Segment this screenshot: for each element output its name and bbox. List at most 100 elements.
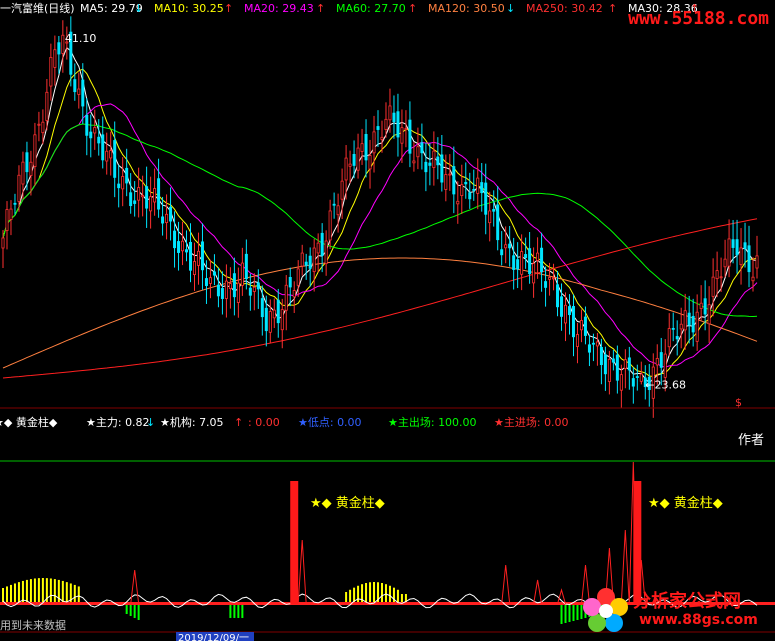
candle[interactable] (252, 273, 256, 311)
golden-bar-1[interactable] (290, 481, 299, 604)
candle[interactable] (69, 16, 73, 87)
candle[interactable] (571, 294, 575, 357)
candle[interactable] (540, 232, 544, 292)
candle[interactable] (93, 109, 97, 150)
candle[interactable] (707, 286, 711, 343)
candle[interactable] (488, 191, 492, 242)
candle[interactable] (300, 244, 304, 276)
candle[interactable] (288, 267, 292, 307)
candle[interactable] (356, 133, 360, 179)
candle[interactable] (448, 154, 452, 191)
stock-chart-canvas[interactable]: 一汽富维(日线) MA5: 29.79↓ MA10: 30.25 ↑ MA20: 29.… (0, 0, 775, 641)
candle[interactable] (460, 164, 464, 215)
candlesticks[interactable] (1, 16, 759, 418)
candle[interactable] (196, 232, 200, 285)
candle[interactable] (611, 349, 615, 371)
candle[interactable] (324, 230, 328, 276)
candle[interactable] (400, 109, 404, 163)
candle[interactable] (747, 225, 751, 288)
candle[interactable] (304, 253, 308, 280)
candle[interactable] (5, 201, 9, 250)
candle[interactable] (29, 150, 33, 196)
candle[interactable] (464, 162, 468, 199)
candle[interactable] (53, 35, 57, 86)
candle[interactable] (212, 254, 216, 286)
candle[interactable] (743, 222, 747, 268)
candle[interactable] (308, 247, 312, 287)
candle[interactable] (739, 228, 743, 285)
candle[interactable] (181, 221, 185, 266)
candle[interactable] (360, 128, 364, 165)
candle[interactable] (456, 181, 460, 224)
candle[interactable] (109, 131, 113, 176)
candle[interactable] (364, 119, 368, 178)
candle[interactable] (428, 143, 432, 186)
candle[interactable] (73, 63, 77, 101)
candle[interactable] (312, 238, 316, 292)
candle[interactable] (587, 334, 591, 367)
candle[interactable] (101, 116, 105, 169)
candle[interactable] (272, 298, 276, 329)
candle[interactable] (133, 181, 137, 217)
candle[interactable] (21, 151, 25, 200)
candle[interactable] (667, 313, 671, 356)
candle[interactable] (97, 119, 101, 156)
candle[interactable] (392, 95, 396, 139)
candle[interactable] (57, 36, 61, 74)
candle[interactable] (284, 275, 288, 331)
candle[interactable] (368, 139, 372, 189)
candle[interactable] (9, 200, 13, 236)
candle[interactable] (575, 323, 579, 364)
candle[interactable] (33, 122, 37, 186)
candle[interactable] (137, 167, 141, 218)
candle[interactable] (316, 233, 320, 273)
candle[interactable] (264, 295, 268, 347)
candle[interactable] (129, 173, 133, 214)
candle[interactable] (228, 267, 232, 309)
candle[interactable] (320, 223, 324, 273)
candle[interactable] (564, 292, 568, 342)
candle[interactable] (671, 312, 675, 342)
candle[interactable] (544, 266, 548, 307)
candle[interactable] (755, 235, 759, 279)
candle[interactable] (77, 72, 81, 109)
candle[interactable] (711, 258, 715, 317)
candle[interactable] (619, 364, 623, 408)
candle[interactable] (169, 187, 173, 241)
candle[interactable] (508, 225, 512, 267)
candle[interactable] (699, 285, 703, 321)
candle[interactable] (723, 239, 727, 277)
candle[interactable] (85, 98, 89, 156)
candle[interactable] (61, 20, 65, 73)
candle[interactable] (216, 267, 220, 308)
candle[interactable] (432, 131, 436, 186)
candle[interactable] (224, 264, 228, 318)
candle[interactable] (500, 231, 504, 266)
candle[interactable] (236, 267, 240, 318)
candle[interactable] (731, 220, 735, 264)
candle[interactable] (623, 349, 627, 389)
candle[interactable] (420, 123, 424, 170)
candle[interactable] (595, 332, 599, 366)
candle[interactable] (735, 219, 739, 274)
candle[interactable] (579, 309, 583, 343)
candle[interactable] (260, 285, 264, 336)
candle[interactable] (149, 176, 153, 229)
candle[interactable] (396, 93, 400, 157)
candle[interactable] (105, 132, 109, 175)
candle[interactable] (117, 164, 121, 208)
candle[interactable] (683, 293, 687, 350)
candle[interactable] (332, 192, 336, 219)
candle[interactable] (476, 158, 480, 210)
candle[interactable] (380, 120, 384, 153)
candle[interactable] (240, 247, 244, 296)
candle[interactable] (348, 150, 352, 184)
candle[interactable] (336, 193, 340, 233)
candle[interactable] (89, 114, 93, 158)
candle[interactable] (424, 142, 428, 192)
candle[interactable] (220, 271, 224, 315)
candle[interactable] (715, 251, 719, 298)
candle[interactable] (484, 163, 488, 235)
candle[interactable] (161, 196, 165, 236)
candle[interactable] (675, 320, 679, 356)
